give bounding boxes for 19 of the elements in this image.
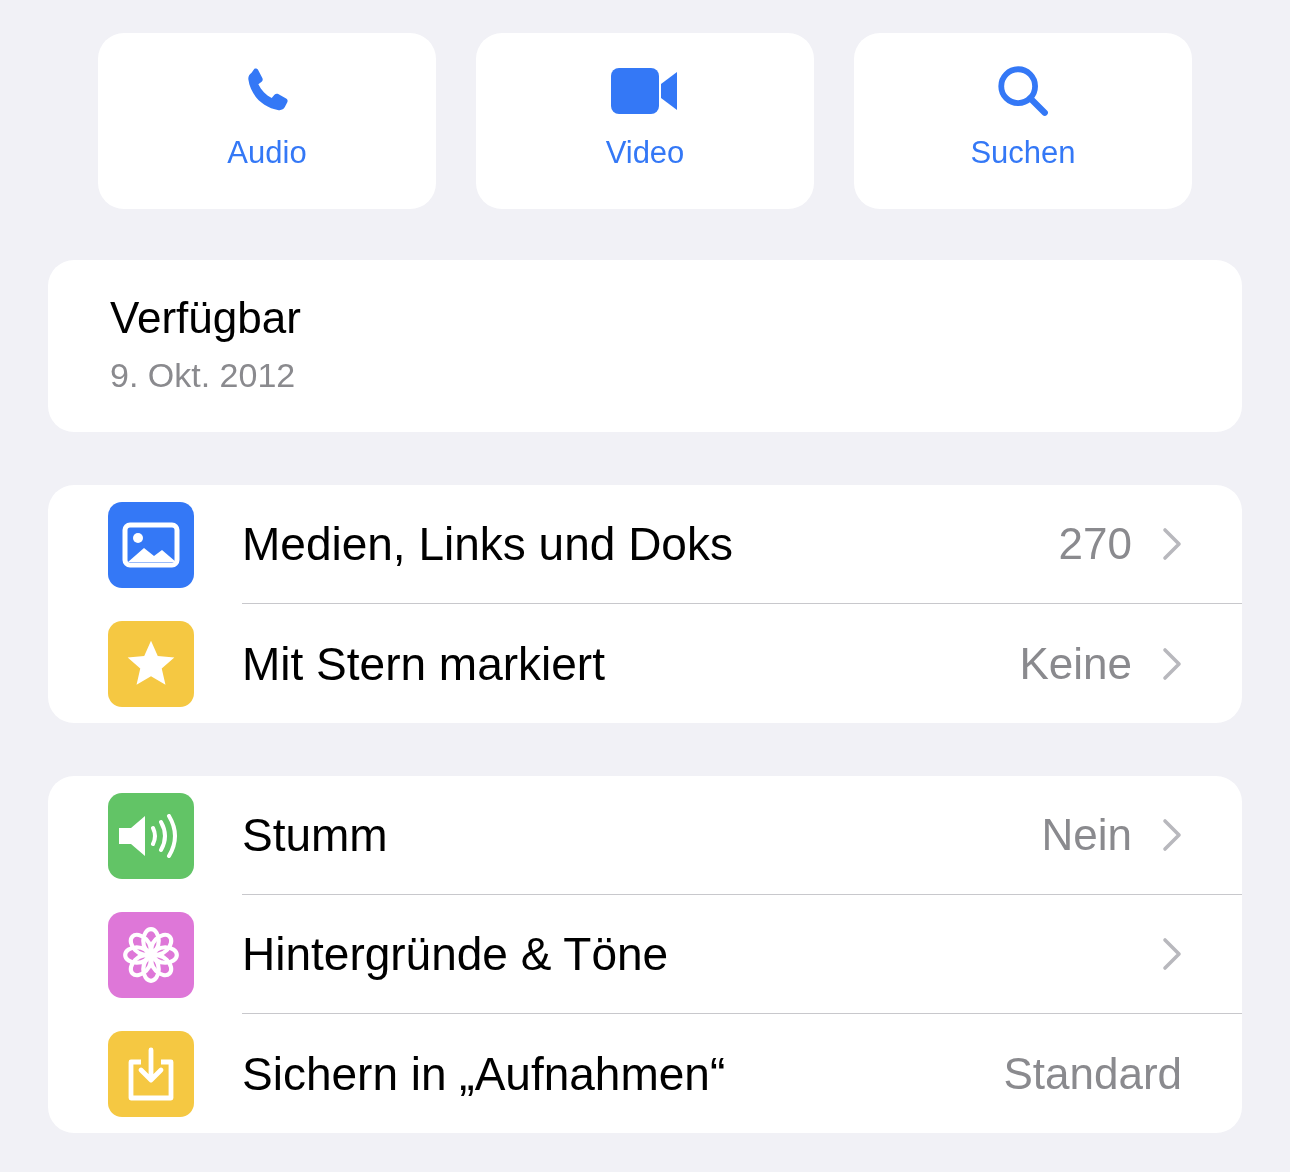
action-button[interactable]: Suchen [854, 33, 1192, 209]
row-label: Mit Stern markiert [242, 640, 606, 687]
video-camera-icon [611, 66, 679, 116]
status-date: 9. Okt. 2012 [110, 358, 296, 392]
settings-row[interactable]: Sichern in „Aufnahmen“ Standard [48, 1014, 1242, 1133]
row-value: Nein [1041, 813, 1132, 857]
row-value: Standard [1003, 1051, 1182, 1096]
row-value: Keine [1019, 641, 1132, 686]
status-text: Verfügbar [110, 296, 301, 340]
row-label: Medien, Links und Doks [242, 521, 734, 567]
row-label: Sichern in „Aufnahmen“ [242, 1050, 727, 1097]
row-value: 270 [1058, 522, 1132, 566]
settings-row[interactable]: Medien, Links und Doks 270 [48, 485, 1242, 604]
row-label: Stumm [242, 812, 389, 858]
settings-row[interactable]: Mit Stern markiert Keine [48, 604, 1242, 723]
action-button[interactable]: Video [476, 33, 814, 209]
settings-row[interactable]: Hintergründe & Töne [48, 895, 1242, 1014]
action-button[interactable]: Audio [98, 33, 436, 209]
settings-row[interactable]: Stumm Nein [48, 776, 1242, 895]
